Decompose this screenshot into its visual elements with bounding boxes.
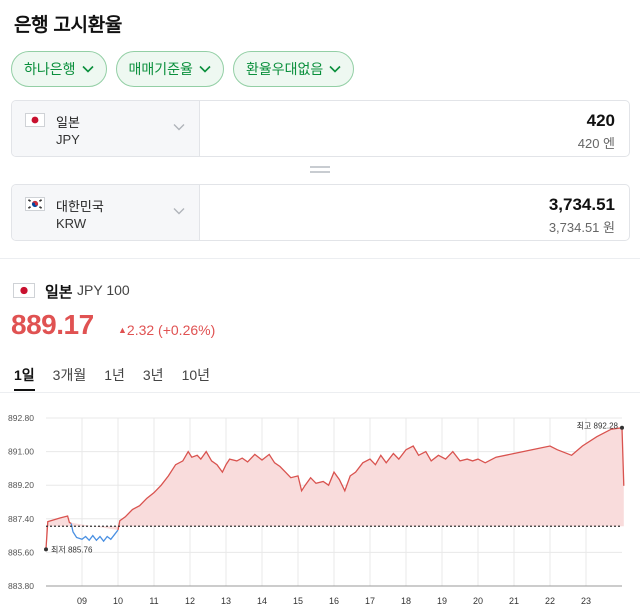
chevron-down-icon [199,65,211,73]
to-currency-code: KRW [56,216,87,231]
tab-1d[interactable]: 1일 [14,365,35,391]
y-tick-label: 885.60 [8,547,34,557]
tabs-divider [0,392,640,393]
converter-from-row: 일본 JPY 420 420 엔 [11,100,630,157]
x-tick-label: 12 [185,596,195,606]
x-tick-label: 15 [293,596,303,606]
currency-select-to[interactable]: 대한민국 KRW [12,185,200,240]
from-country-name: 일본 [56,115,80,130]
x-tick-label: 10 [113,596,123,606]
up-triangle-icon: ▲ [118,325,127,335]
section-divider [0,258,640,259]
y-tick-label: 889.20 [8,480,34,490]
tab-10y[interactable]: 10년 [182,365,210,391]
from-currency-code: JPY [56,132,80,147]
chevron-down-icon [173,124,185,131]
to-amount-text: 3,734.51 원 [548,220,615,235]
tab-3m[interactable]: 3개월 [53,365,87,391]
x-tick-label: 09 [77,596,87,606]
bank-select-label: 하나은행 [24,61,76,77]
bank-select-chip[interactable]: 하나은행 [11,51,107,87]
from-amount-text: 420 엔 [577,136,615,151]
preference-label: 환율우대없음 [245,61,324,77]
current-rate: 889.17 [11,309,94,340]
tab-1y[interactable]: 1년 [104,365,125,391]
to-amount-input[interactable]: 3,734.51 [549,195,615,215]
equals-icon [310,166,330,174]
filter-bar: 하나은행 매매기준율 환율우대없음 [11,51,355,87]
currency-select-from[interactable]: 일본 JPY [12,101,200,156]
preference-chip[interactable]: 환율우대없음 [232,51,355,87]
min-label: 최저 885.76 [51,544,93,554]
max-point [620,425,624,430]
y-tick-label: 891.00 [8,447,34,457]
min-point [44,547,48,552]
x-tick-label: 23 [581,596,591,606]
converter-to-row: 대한민국 KRW 3,734.51 3,734.51 원 [11,184,630,241]
period-tabs: 1일 3개월 1년 3년 10년 [14,365,228,391]
quote-country: 일본 [45,284,73,301]
x-tick-label: 13 [221,596,231,606]
x-tick-label: 22 [545,596,555,606]
y-tick-label: 892.80 [8,413,34,423]
y-tick-label: 883.80 [8,581,34,591]
x-tick-label: 20 [473,596,483,606]
from-amount-input[interactable]: 420 [587,111,615,131]
chevron-down-icon [329,65,341,73]
to-country-name: 대한민국 [56,199,104,214]
rate-type-label: 매매기준율 [128,61,193,77]
x-tick-label: 18 [401,596,411,606]
x-tick-label: 14 [257,596,267,606]
korea-flag-icon [25,197,45,211]
x-tick-label: 19 [437,596,447,606]
rate-type-chip[interactable]: 매매기준율 [115,51,224,87]
x-tick-label: 11 [149,596,158,606]
exchange-rate-chart[interactable]: 892.80 891.00 889.20 887.40 885.60 883.80 09 10… [0,403,640,614]
x-tick-label: 21 [509,596,519,606]
quote-unit: JPY 100 [77,282,130,298]
japan-flag-icon [25,113,45,127]
x-tick-label: 17 [365,596,375,606]
japan-flag-icon [13,283,35,298]
max-label: 최고 892.28 [577,421,619,431]
chevron-down-icon [81,65,94,73]
tab-3y[interactable]: 3년 [143,365,164,391]
area-fill [46,427,624,549]
y-tick-label: 887.40 [8,514,34,524]
chevron-down-icon [173,208,185,215]
page-title: 은행 고시환율 [14,15,123,36]
x-tick-label: 16 [329,596,339,606]
rate-change: ▲2.32 (+0.26%) [118,322,215,338]
rate-change-value: 2.32 (+0.26%) [126,322,216,338]
